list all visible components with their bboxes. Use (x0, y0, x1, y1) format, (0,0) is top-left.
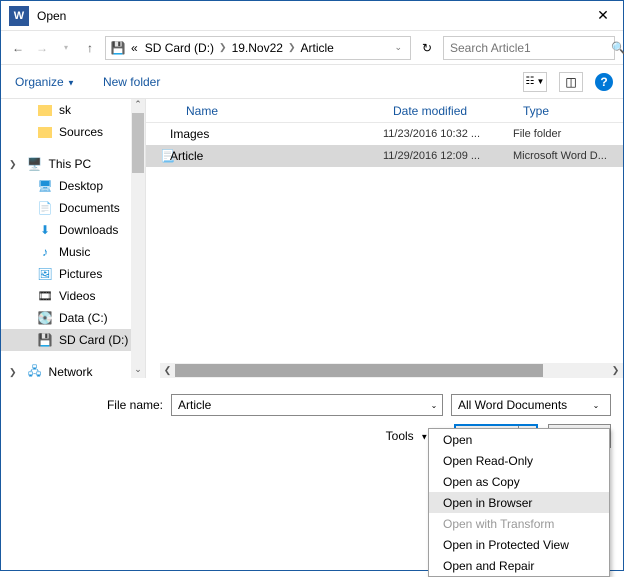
search-input[interactable] (444, 41, 611, 55)
tree-item-sdcard[interactable]: 💾SD Card (D:) (1, 329, 145, 351)
breadcrumb[interactable]: 💾 « SD Card (D:) ❯ 19.Nov22 ❯ Article ⌄ (105, 36, 411, 60)
drive-icon: 💽 (37, 311, 53, 325)
drive-icon: 💾 (37, 333, 53, 347)
scroll-down-icon[interactable]: ⌄ (131, 364, 145, 378)
refresh-icon[interactable]: ↻ (417, 41, 437, 55)
view-options-button[interactable]: ☷▼ (523, 72, 547, 92)
column-name[interactable]: Name (146, 104, 383, 118)
chevron-down-icon[interactable]: ⌄ (588, 401, 604, 410)
column-modified[interactable]: Date modified (383, 104, 513, 118)
tree-scrollbar[interactable]: ⌃ ⌄ (131, 99, 145, 378)
downloads-icon: ⬇ (37, 223, 53, 237)
folder-icon (37, 103, 53, 117)
breadcrumb-prefix: « (129, 41, 140, 55)
tree-item-documents[interactable]: 📄Documents (1, 197, 145, 219)
scroll-up-icon[interactable]: ⌃ (131, 99, 145, 113)
open-dropdown-menu: Open Open Read-Only Open as Copy Open in… (428, 428, 610, 577)
list-item[interactable]: Images 11/23/2016 10:32 ... File folder (146, 123, 623, 145)
documents-icon: 📄 (37, 201, 53, 215)
filename-input-wrap[interactable]: ⌄ (171, 394, 443, 416)
new-folder-button[interactable]: New folder (99, 75, 164, 89)
close-icon[interactable]: ✕ (583, 7, 623, 24)
scroll-right-icon[interactable]: ❯ (608, 365, 623, 376)
tree-item-thispc[interactable]: ❯🖥️This PC (1, 153, 145, 175)
file-type-filter[interactable]: All Word Documents ⌄ (451, 394, 611, 416)
tree-item-desktop[interactable]: 🖥Desktop (1, 175, 145, 197)
horizontal-scrollbar[interactable]: ❮ ❯ (160, 363, 623, 378)
scroll-thumb[interactable] (175, 364, 543, 377)
network-icon: 🖧 (27, 365, 43, 378)
drive-icon: 💾 (110, 41, 126, 55)
tree-item-sources[interactable]: Sources (1, 121, 145, 143)
filename-label: File name: (13, 398, 163, 412)
list-item[interactable]: 📃 Article 11/29/2016 12:09 ... Microsoft… (146, 145, 623, 167)
menu-open-in-browser[interactable]: Open in Browser (429, 492, 609, 513)
chevron-right-icon[interactable]: ❯ (288, 42, 296, 53)
menu-open-as-copy[interactable]: Open as Copy (429, 471, 609, 492)
desktop-icon: 🖥 (37, 179, 53, 193)
tree-item-datac[interactable]: 💽Data (C:) (1, 307, 145, 329)
chevron-right-icon[interactable]: ❯ (9, 367, 17, 378)
organize-button[interactable]: Organize ▼ (11, 75, 79, 89)
tree-item-downloads[interactable]: ⬇Downloads (1, 219, 145, 241)
tree-item-pictures[interactable]: 🖼Pictures (1, 263, 145, 285)
breadcrumb-seg-2[interactable]: 19.Nov22 (230, 41, 285, 55)
search-icon[interactable]: 🔍 (611, 41, 624, 55)
search-box[interactable]: 🔍 (443, 36, 615, 60)
tree-item-sk[interactable]: sk (1, 99, 145, 121)
pictures-icon: 🖼 (37, 267, 53, 281)
dialog-title: Open (37, 9, 583, 23)
breadcrumb-seg-1[interactable]: SD Card (D:) (143, 41, 216, 55)
music-icon: ♪ (37, 245, 53, 259)
menu-open-protected-view[interactable]: Open in Protected View (429, 534, 609, 555)
forward-arrow-icon: → (33, 41, 51, 55)
scroll-thumb[interactable] (132, 113, 144, 173)
up-arrow-icon[interactable]: ↑ (81, 41, 99, 55)
help-icon[interactable]: ? (595, 73, 613, 91)
back-arrow-icon[interactable]: ← (9, 41, 27, 55)
menu-open-readonly[interactable]: Open Read-Only (429, 450, 609, 471)
scroll-left-icon[interactable]: ❮ (160, 365, 175, 376)
videos-icon: 🎞 (37, 289, 53, 303)
pc-icon: 🖥️ (27, 157, 43, 171)
tree-item-music[interactable]: ♪Music (1, 241, 145, 263)
menu-open[interactable]: Open (429, 429, 609, 450)
filename-input[interactable] (172, 398, 426, 412)
chevron-down-icon[interactable]: ⌄ (426, 401, 442, 410)
tools-dropdown[interactable]: Tools ▼ (386, 429, 429, 443)
tree-item-network[interactable]: ❯🖧Network (1, 361, 145, 378)
word-app-icon: W (9, 6, 29, 26)
recent-dropdown-icon[interactable]: ▾ (57, 43, 75, 52)
folder-tree[interactable]: sk Sources ❯🖥️This PC 🖥Desktop 📄Document… (1, 99, 146, 378)
folder-icon (37, 125, 53, 139)
tree-item-videos[interactable]: 🎞Videos (1, 285, 145, 307)
chevron-right-icon[interactable]: ❯ (219, 42, 227, 53)
menu-open-and-repair[interactable]: Open and Repair (429, 555, 609, 576)
breadcrumb-seg-3[interactable]: Article (299, 41, 336, 55)
column-type[interactable]: Type (513, 104, 623, 118)
preview-pane-button[interactable]: ◫ (559, 72, 583, 92)
word-doc-icon: 📃 (146, 149, 170, 163)
chevron-down-icon[interactable]: ⌄ (394, 42, 402, 53)
menu-open-with-transform: Open with Transform (429, 513, 609, 534)
chevron-right-icon[interactable]: ❯ (9, 159, 17, 170)
